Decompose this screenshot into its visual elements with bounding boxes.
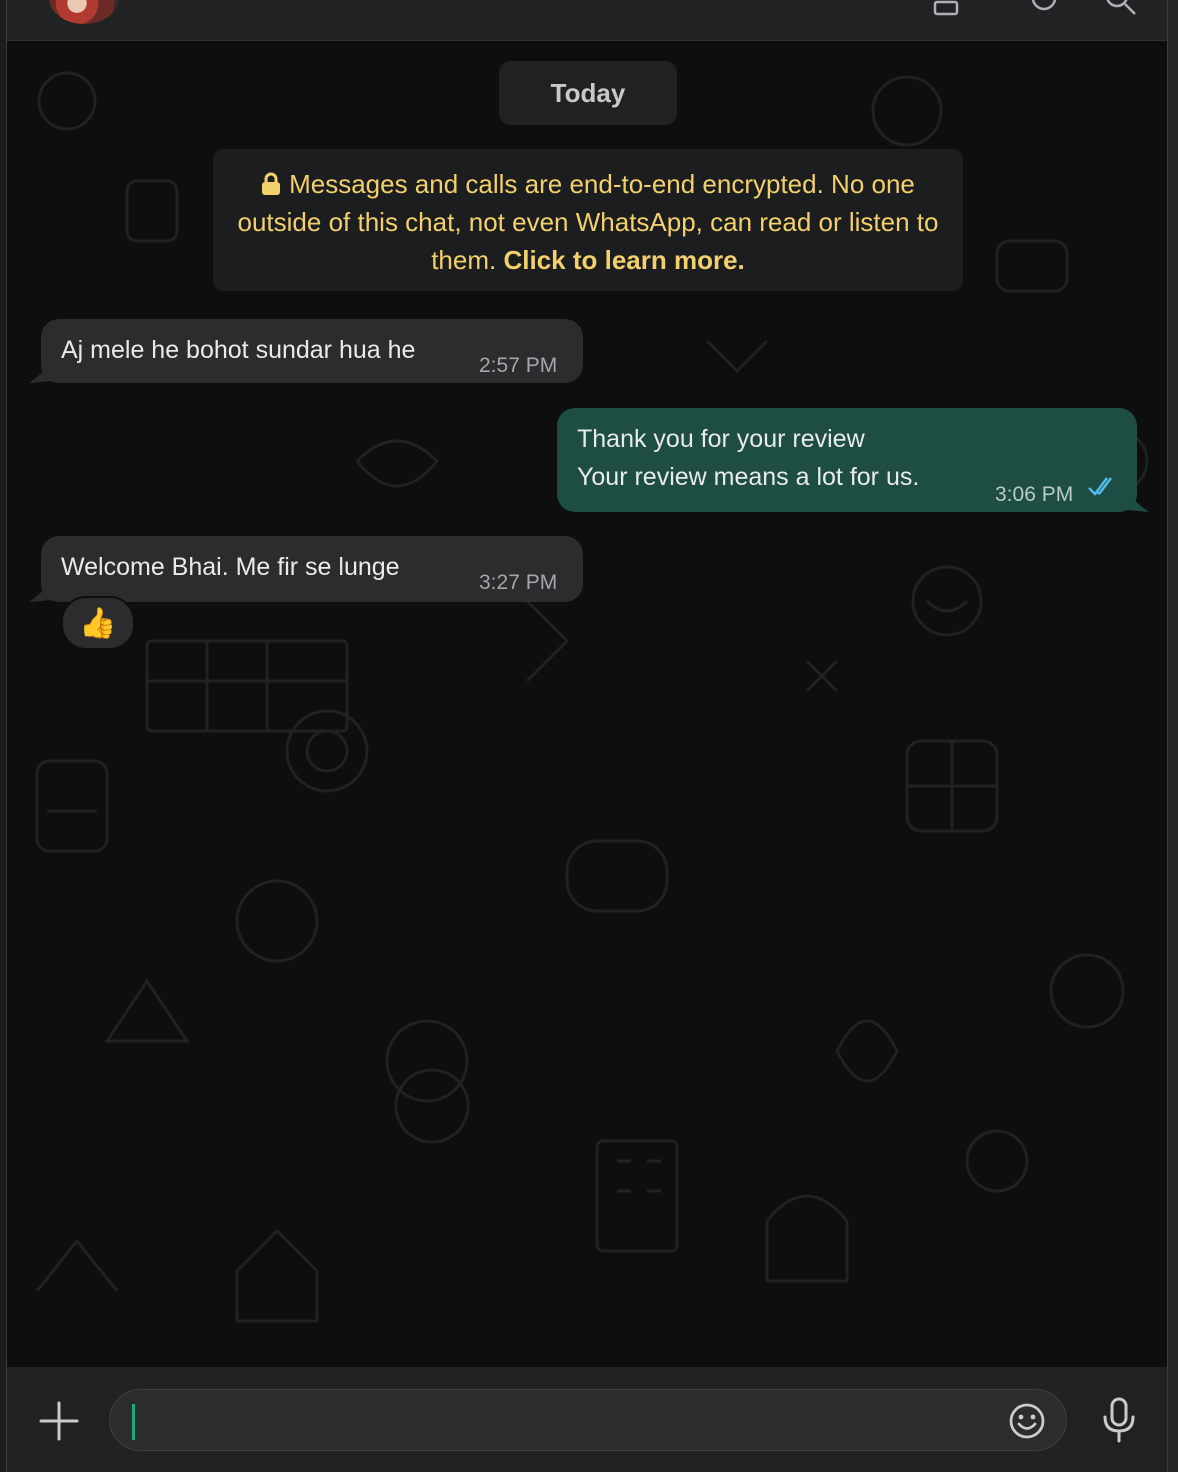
plus-icon[interactable] (37, 1399, 81, 1443)
chat-header (7, 0, 1167, 41)
bubble-tail (29, 363, 51, 383)
message-text: Aj mele he bohot sundar hua he (61, 336, 416, 364)
message-line: Thank you for your review (577, 425, 865, 453)
message-area[interactable]: Today Messages and calls are end-to-end … (7, 41, 1167, 1367)
learn-more-link[interactable]: Click to learn more. (503, 245, 744, 275)
background-window-edge (1168, 0, 1178, 1472)
bubble-tail (29, 582, 51, 602)
date-separator: Today (499, 61, 677, 125)
composer-bar (7, 1367, 1167, 1472)
message-time: 3:27 PM (479, 571, 558, 594)
message-time: 2:57 PM (479, 354, 558, 377)
message-input[interactable] (109, 1389, 1067, 1451)
search-icon[interactable] (1105, 0, 1139, 20)
text-cursor (132, 1404, 135, 1440)
encryption-notice[interactable]: Messages and calls are end-to-end encryp… (213, 149, 963, 291)
message-text: Welcome Bhai. Me fir se lunge (61, 553, 400, 581)
microphone-icon[interactable] (1099, 1397, 1139, 1443)
chat-window: Today Messages and calls are end-to-end … (6, 0, 1168, 1472)
outgoing-message[interactable]: Thank you for your review Your review me… (557, 408, 1137, 512)
read-receipt-icon (1088, 477, 1112, 496)
bubble-tail (1127, 492, 1149, 512)
emoji-icon[interactable] (1008, 1402, 1046, 1440)
reaction-badge[interactable]: 👍 (61, 596, 135, 650)
video-call-icon[interactable] (933, 0, 963, 16)
phone-icon[interactable] (1029, 0, 1059, 16)
incoming-message[interactable]: Welcome Bhai. Me fir se lunge 3:27 PM (41, 536, 583, 602)
message-time: 3:06 PM (995, 483, 1074, 506)
contact-avatar[interactable] (49, 0, 119, 24)
incoming-message[interactable]: Aj mele he bohot sundar hua he 2:57 PM (41, 319, 583, 383)
lock-icon (262, 172, 281, 195)
